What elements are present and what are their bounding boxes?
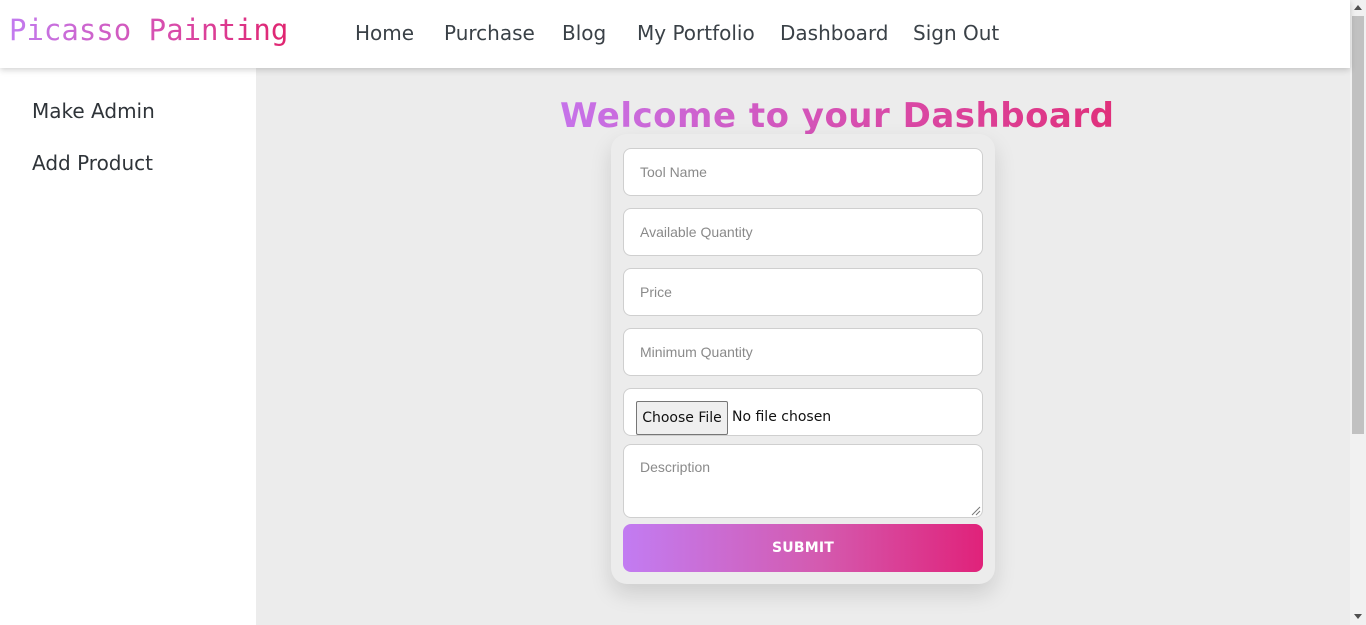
resize-grip-icon[interactable] <box>971 506 981 516</box>
scroll-thumb[interactable] <box>1352 16 1364 434</box>
tool-name-input[interactable] <box>623 148 983 196</box>
nav-blog-link[interactable]: Blog <box>562 21 606 45</box>
nav-signout-link[interactable]: Sign Out <box>913 21 999 45</box>
vertical-scrollbar[interactable] <box>1350 0 1366 625</box>
file-upload-field: Choose File No file chosen <box>623 388 983 436</box>
price-input[interactable] <box>623 268 983 316</box>
scroll-down-arrow-icon[interactable] <box>1354 614 1362 619</box>
nav-home-link[interactable]: Home <box>355 21 414 45</box>
brand-logo[interactable]: Picasso Painting <box>9 13 288 47</box>
minimum-quantity-input[interactable] <box>623 328 983 376</box>
sidebar-item-make-admin[interactable]: Make Admin <box>32 99 155 123</box>
nav-portfolio-link[interactable]: My Portfolio <box>637 21 755 45</box>
top-navbar: Picasso Painting Home Purchase Blog My P… <box>0 0 1350 68</box>
sidebar-item-add-product[interactable]: Add Product <box>32 151 153 175</box>
choose-file-button[interactable]: Choose File <box>636 401 728 435</box>
nav-purchase-link[interactable]: Purchase <box>444 21 535 45</box>
submit-button[interactable]: SUBMIT <box>623 524 983 572</box>
description-textarea[interactable] <box>623 444 983 518</box>
sidebar: Make Admin Add Product <box>0 68 256 625</box>
nav-dashboard-link[interactable]: Dashboard <box>780 21 889 45</box>
page-title: Welcome to your Dashboard <box>560 96 1115 136</box>
scroll-up-arrow-icon[interactable] <box>1354 5 1362 10</box>
available-quantity-input[interactable] <box>623 208 983 256</box>
file-status-text: No file chosen <box>732 409 832 425</box>
